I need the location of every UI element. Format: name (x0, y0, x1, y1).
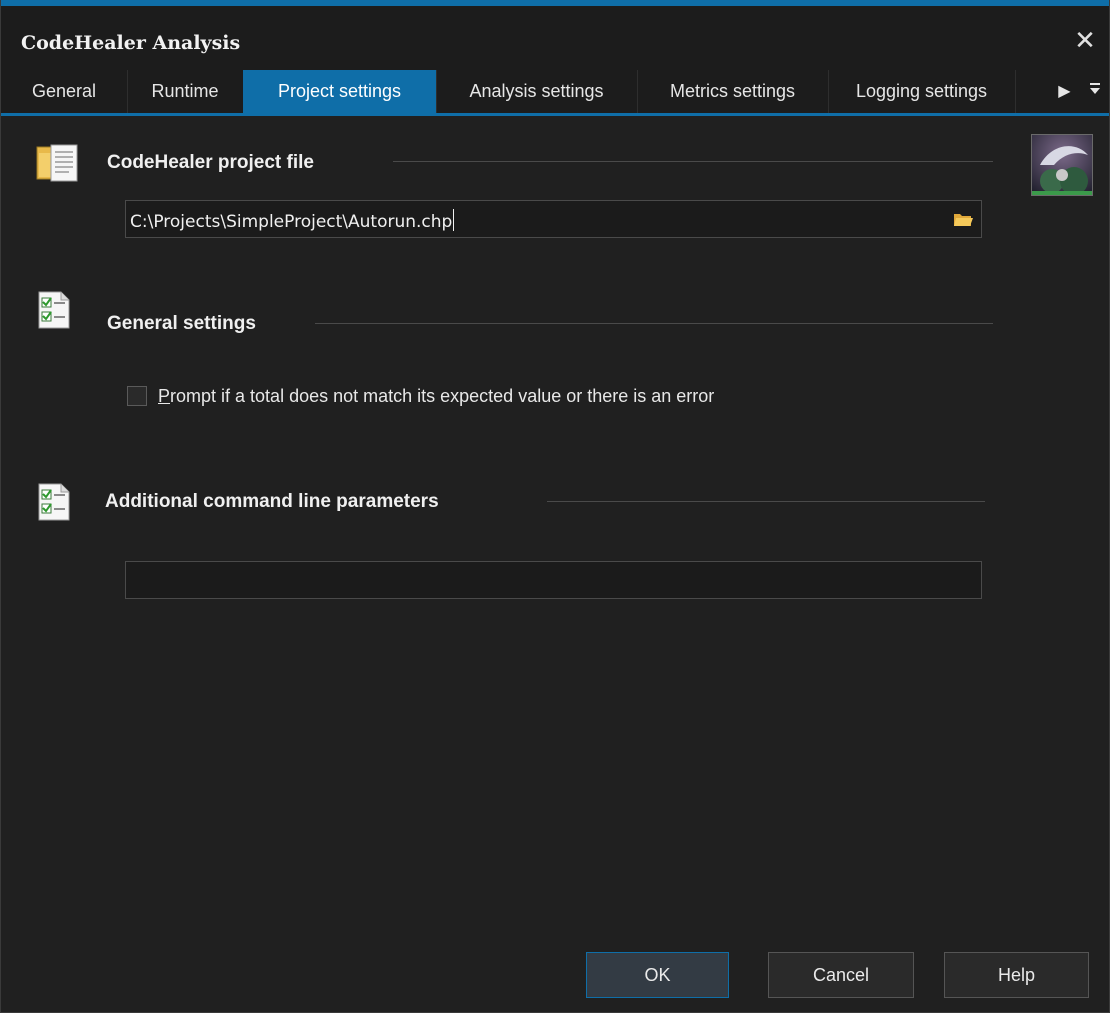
tab-metrics-settings[interactable]: Metrics settings (637, 70, 829, 113)
general-settings-heading: General settings (107, 313, 256, 334)
tab-analysis-settings[interactable]: Analysis settings (436, 70, 638, 113)
command-line-input[interactable] (125, 561, 982, 599)
help-button[interactable]: Help (944, 952, 1089, 998)
section-divider (315, 323, 993, 324)
overflow-menu-icon[interactable] (1089, 70, 1101, 113)
ok-button[interactable]: OK (586, 952, 729, 998)
cancel-button[interactable]: Cancel (768, 952, 914, 998)
folder-open-icon[interactable] (951, 207, 975, 231)
action-preview-image (1031, 134, 1093, 196)
tab-project-settings[interactable]: Project settings (243, 70, 437, 113)
tab-bar: General Runtime Project settings Analysi… (1, 70, 1109, 116)
triangle-right-icon[interactable]: ▶ (1058, 70, 1070, 113)
checklist-icon (37, 290, 73, 335)
close-icon[interactable]: ✕ (1071, 26, 1099, 54)
tab-general[interactable]: General (1, 70, 128, 113)
prompt-checkbox[interactable] (127, 386, 147, 406)
project-file-input[interactable]: C:\Projects\SimpleProject\Autorun.chp (125, 200, 982, 238)
tab-navigation: ▶ (1044, 70, 1101, 113)
tab-logging-settings[interactable]: Logging settings (828, 70, 1016, 113)
command-line-heading: Additional command line parameters (105, 491, 439, 512)
codehealer-analysis-dialog: CodeHealer Analysis ✕ General Runtime Pr… (0, 0, 1110, 1013)
title-bar[interactable]: CodeHealer Analysis ✕ (1, 6, 1109, 70)
section-divider (393, 161, 993, 162)
section-divider (547, 501, 985, 502)
prompt-checkbox-label[interactable]: Prompt if a total does not match its exp… (158, 386, 714, 407)
window-title: CodeHealer Analysis (21, 32, 241, 54)
project-file-heading: CodeHealer project file (107, 152, 314, 173)
tab-runtime[interactable]: Runtime (127, 70, 244, 113)
checklist-icon (37, 482, 73, 527)
folder-document-icon (35, 139, 81, 190)
